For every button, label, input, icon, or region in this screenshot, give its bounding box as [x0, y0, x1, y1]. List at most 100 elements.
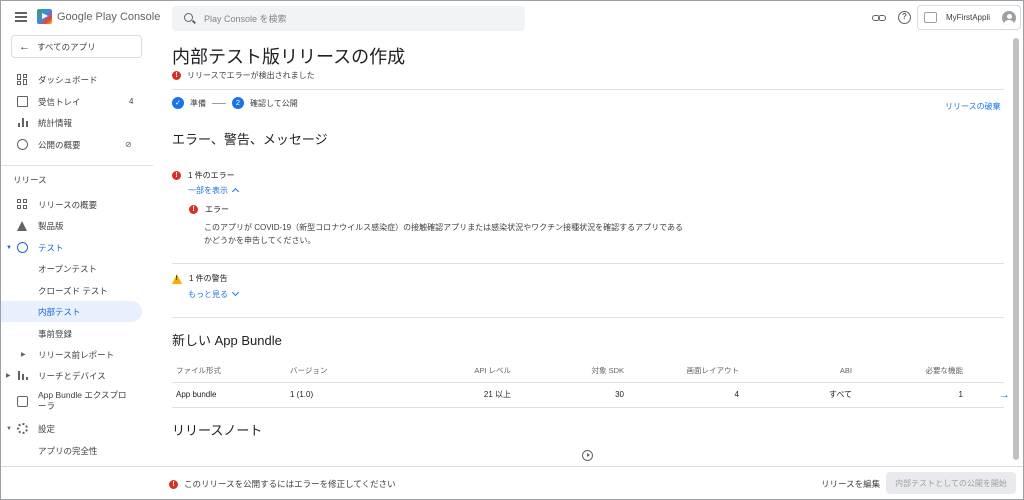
- step-connector: [212, 102, 226, 104]
- help-icon[interactable]: ?: [898, 11, 911, 24]
- show-less-toggle[interactable]: 一部を表示: [188, 185, 240, 196]
- sidebar-item-testing[interactable]: ▼ テスト: [1, 237, 142, 258]
- top-app-bar: Google Play Console ? MyFirstAppli: [1, 1, 1023, 34]
- app-bundle-heading: 新しい App Bundle: [172, 333, 282, 348]
- section-divider: [172, 317, 1004, 318]
- show-more-toggle[interactable]: もっと見る: [188, 288, 240, 300]
- sidebar-item-publishing-overview[interactable]: 公開の概要 ⊘: [1, 134, 142, 155]
- chevron-up-icon: [231, 187, 240, 196]
- sidebar-section-release: リリース: [13, 175, 47, 185]
- sidebar-item-inbox[interactable]: 受信トレイ 4: [1, 91, 142, 112]
- edit-release-button[interactable]: リリースを編集: [821, 478, 880, 490]
- col-target-sdk: 対象 SDK: [591, 366, 624, 375]
- caret-down-icon[interactable]: ▼: [6, 426, 12, 432]
- managed-publishing-off-icon: ⊘: [125, 140, 132, 149]
- table-row[interactable]: App bundle 1 (1.0) 21 以上 30 4 すべて 1 →: [172, 383, 1010, 407]
- error-detail-body: このアプリが COVID-19（新型コロナウイルス感染症）の接触確認アプリまたは…: [204, 223, 684, 245]
- sidebar-item-label: 統計情報: [38, 117, 73, 128]
- messages-heading: エラー、警告、メッセージ: [172, 132, 328, 147]
- sidebar-item-pre-registration[interactable]: 事前登録: [1, 323, 142, 344]
- scrollbar[interactable]: [1013, 38, 1019, 460]
- show-more-label: もっと見る: [188, 290, 228, 299]
- sidebar-item-setup[interactable]: ▼ 設定: [1, 418, 142, 439]
- play-console-logo[interactable]: Google Play Console: [37, 9, 160, 24]
- warning-count-row: 1 件の警告: [172, 273, 228, 284]
- sidebar-item-label: App Bundle エクスプローラ: [38, 390, 127, 411]
- show-less-label: 一部を表示: [188, 186, 228, 195]
- sidebar-item-dashboard[interactable]: ダッシュボード: [1, 69, 142, 90]
- reach-devices-icon: [17, 370, 28, 381]
- warning-icon: [172, 273, 182, 284]
- sidebar-item-statistics[interactable]: 統計情報: [1, 112, 142, 133]
- sidebar-item-app-integrity[interactable]: アプリの完全性: [1, 440, 142, 461]
- releases-overview-icon: [17, 199, 28, 210]
- cell-api-level: 21 以上: [483, 390, 511, 399]
- search-bar[interactable]: [172, 6, 525, 31]
- play-logo-icon: [37, 9, 52, 24]
- sidebar-item-label: オープンテスト: [38, 263, 97, 274]
- menu-icon[interactable]: [15, 12, 27, 22]
- col-screen-layout: 画面レイアウト: [686, 366, 740, 375]
- sidebar-item-label: 設定: [38, 423, 56, 434]
- sidebar-item-open-testing[interactable]: オープンテスト: [1, 258, 142, 279]
- step-review-label[interactable]: 確認して公開: [250, 98, 298, 109]
- play-circle-icon[interactable]: [582, 450, 593, 461]
- sidebar-item-releases-overview[interactable]: リリースの概要: [1, 194, 142, 215]
- arrow-back-icon: ←: [19, 40, 30, 53]
- avatar[interactable]: [1002, 11, 1016, 25]
- all-apps-label: すべてのアプリ: [37, 41, 96, 52]
- release-stepper: ✓ 準備 2 確認して公開: [172, 97, 298, 109]
- caret-right-icon[interactable]: ▶: [21, 351, 26, 358]
- table-divider: [172, 407, 1004, 408]
- check-icon: ✓: [172, 97, 184, 109]
- cell-required-features: 1: [958, 390, 963, 399]
- bar-chart-icon: [17, 117, 28, 128]
- sidebar-item-closed-testing[interactable]: クローズド テスト: [1, 280, 142, 301]
- error-title: エラー: [205, 205, 229, 214]
- step-prepare-label[interactable]: 準備: [190, 98, 206, 109]
- sidebar-item-pre-launch-report[interactable]: ▶ リリース前レポート: [1, 344, 142, 365]
- developer-icon: [924, 12, 937, 23]
- cell-target-sdk: 30: [615, 390, 624, 399]
- error-icon: !: [172, 171, 181, 180]
- sidebar: ← すべてのアプリ ダッシュボード 受信トレイ 4 統計情報 公開の概要 ⊘ リ…: [1, 34, 153, 466]
- discard-release-link[interactable]: リリースの破棄: [945, 101, 1001, 112]
- sidebar-item-label: リーチとデバイス: [38, 370, 106, 381]
- dashboard-icon: [17, 74, 28, 85]
- col-api-level: API レベル: [474, 366, 511, 375]
- logo-text: Google Play Console: [57, 10, 161, 23]
- sidebar-item-label: テスト: [38, 242, 64, 253]
- col-abi: ABI: [839, 366, 852, 375]
- arrow-forward-icon[interactable]: →: [999, 383, 1010, 407]
- cell-version: 1 (1.0): [290, 390, 314, 399]
- inbox-icon: [17, 96, 28, 107]
- cell-abi: すべて: [828, 390, 852, 399]
- sidebar-item-label: 製品版: [38, 220, 64, 231]
- error-detail-header: ! エラー: [189, 204, 229, 215]
- col-file-type: ファイル形式: [176, 366, 221, 375]
- sidebar-item-production[interactable]: 製品版: [1, 215, 142, 236]
- release-error-text: リリースでエラーが検出されました: [187, 71, 315, 80]
- search-input[interactable]: [204, 6, 514, 31]
- sidebar-item-internal-testing[interactable]: 内部テスト: [1, 301, 142, 322]
- all-apps-button[interactable]: ← すべてのアプリ: [11, 35, 142, 58]
- sidebar-item-label: アプリの完全性: [38, 445, 98, 456]
- error-icon: !: [189, 205, 198, 214]
- sidebar-item-label: 事前登録: [38, 328, 73, 339]
- inbox-count-badge: 4: [129, 97, 134, 106]
- sidebar-item-app-bundle-explorer[interactable]: App Bundle エクスプローラ: [1, 387, 142, 415]
- release-error-summary: ! リリースでエラーが検出されました: [172, 70, 315, 81]
- caret-down-icon[interactable]: ▼: [6, 245, 12, 251]
- error-icon: !: [172, 71, 181, 80]
- production-icon: [17, 220, 27, 231]
- link-icon[interactable]: [872, 11, 886, 24]
- sidebar-item-reach-and-devices[interactable]: ▶ リーチとデバイス: [1, 365, 142, 386]
- main-content: 内部テスト版リリースの作成 ! リリースでエラーが検出されました ✓ 準備 2 …: [153, 34, 1023, 466]
- sidebar-divider: [1, 165, 153, 166]
- start-rollout-button[interactable]: 内部テストとしての公開を開始: [886, 472, 1016, 494]
- bottom-error-text: このリリースを公開するにはエラーを修正してください: [184, 479, 396, 489]
- error-icon: !: [169, 479, 178, 489]
- caret-right-icon[interactable]: ▶: [6, 372, 11, 379]
- sidebar-item-label: クローズド テスト: [38, 285, 108, 296]
- header-divider: [172, 89, 1004, 90]
